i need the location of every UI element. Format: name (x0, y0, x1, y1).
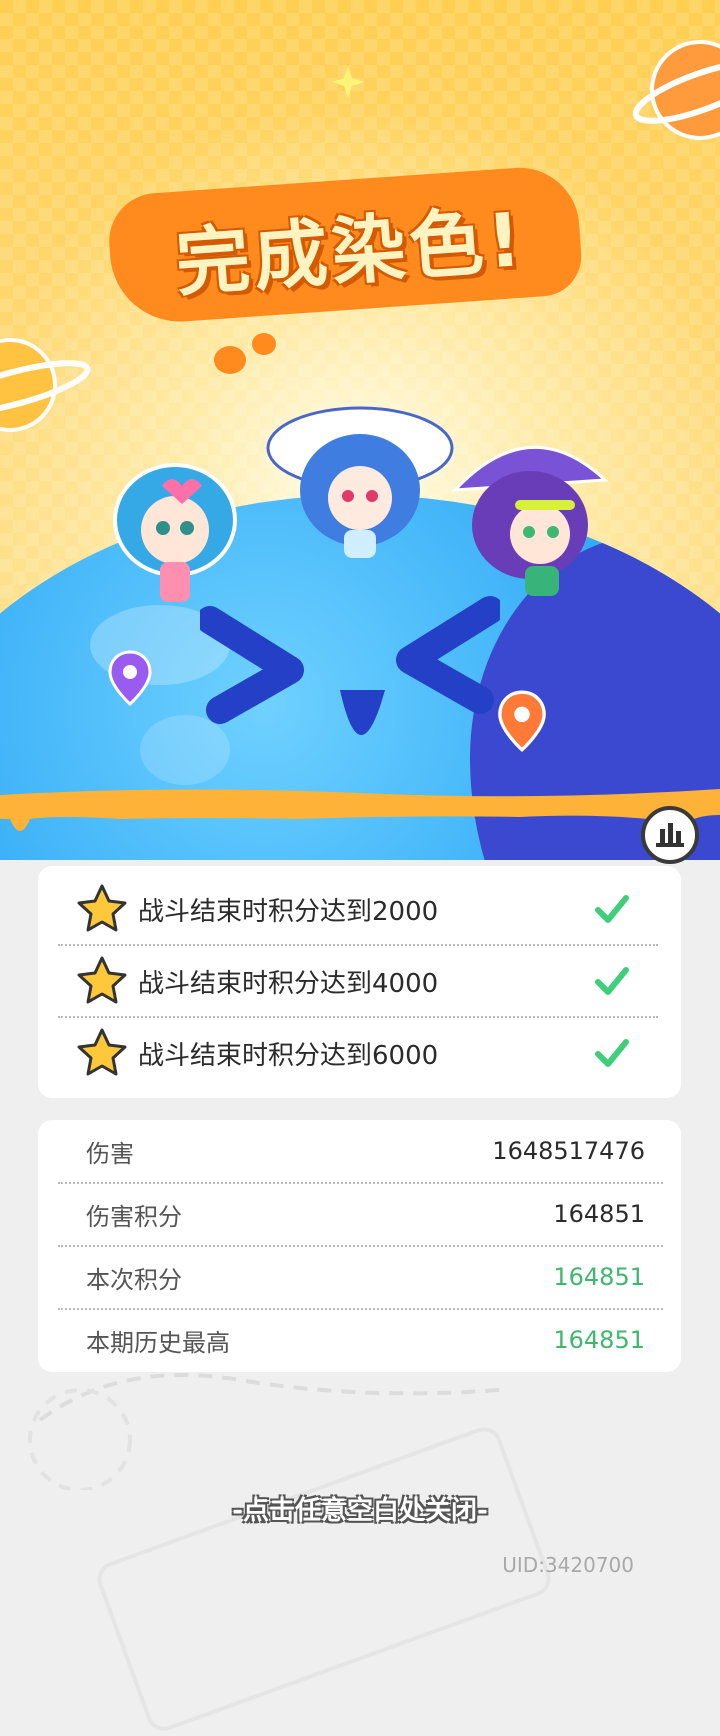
star-icon (77, 956, 127, 1004)
star-tasks-panel: 战斗结束时积分达到2000 战斗结束时积分达到4000 战斗结束时积分达到600… (38, 866, 681, 1098)
check-icon (595, 895, 629, 923)
task-label: 战斗结束时积分达到2000 (138, 896, 439, 927)
character-center (266, 406, 454, 558)
map-pin-icon (498, 690, 546, 752)
task-row: 战斗结束时积分达到6000 (58, 1018, 658, 1088)
stat-label: 伤害积分 (86, 1202, 182, 1231)
task-row: 战斗结束时积分达到2000 (58, 874, 658, 946)
result-illustration: 完成染色! (0, 0, 720, 860)
result-title: 完成染色! (106, 163, 590, 327)
map-pin-icon (108, 650, 152, 706)
task-label: 战斗结束时积分达到4000 (138, 968, 439, 999)
task-label: 战斗结束时积分达到6000 (138, 1040, 439, 1071)
stat-row-damage: 伤害 1648517476 (58, 1120, 663, 1184)
stat-label: 伤害 (86, 1139, 134, 1168)
star-icon (77, 884, 127, 932)
character-group (0, 390, 720, 610)
task-row: 战斗结束时积分达到4000 (58, 946, 658, 1018)
leaderboard-icon (656, 823, 684, 847)
stat-value: 164851 (553, 1200, 645, 1228)
leaderboard-button[interactable] (641, 806, 699, 864)
user-id: UID:3420700 (502, 1553, 634, 1577)
globe-face (200, 596, 500, 735)
star-icon (77, 1028, 127, 1076)
stat-row-damage-score: 伤害积分 164851 (58, 1183, 663, 1247)
stat-label: 本次积分 (86, 1265, 182, 1294)
stat-label: 本期历史最高 (86, 1328, 230, 1357)
stat-value: 164851 (553, 1326, 645, 1354)
stat-value: 1648517476 (492, 1137, 645, 1165)
sparkle-icon (332, 66, 364, 98)
stat-value: 164851 (553, 1263, 645, 1291)
check-icon (595, 967, 629, 995)
tap-to-close-hint[interactable]: -点击任意空白处关闭- (0, 1490, 720, 1527)
planet-decoration (632, 40, 720, 140)
battle-stats-panel: 伤害 1648517476 伤害积分 164851 本次积分 164851 本期… (38, 1120, 681, 1372)
character-right (451, 446, 609, 596)
paint-drops (214, 333, 276, 374)
stat-row-current-score: 本次积分 164851 (58, 1246, 663, 1310)
check-icon (595, 1039, 629, 1067)
character-left (113, 463, 237, 602)
paint-drip-border (0, 789, 720, 833)
